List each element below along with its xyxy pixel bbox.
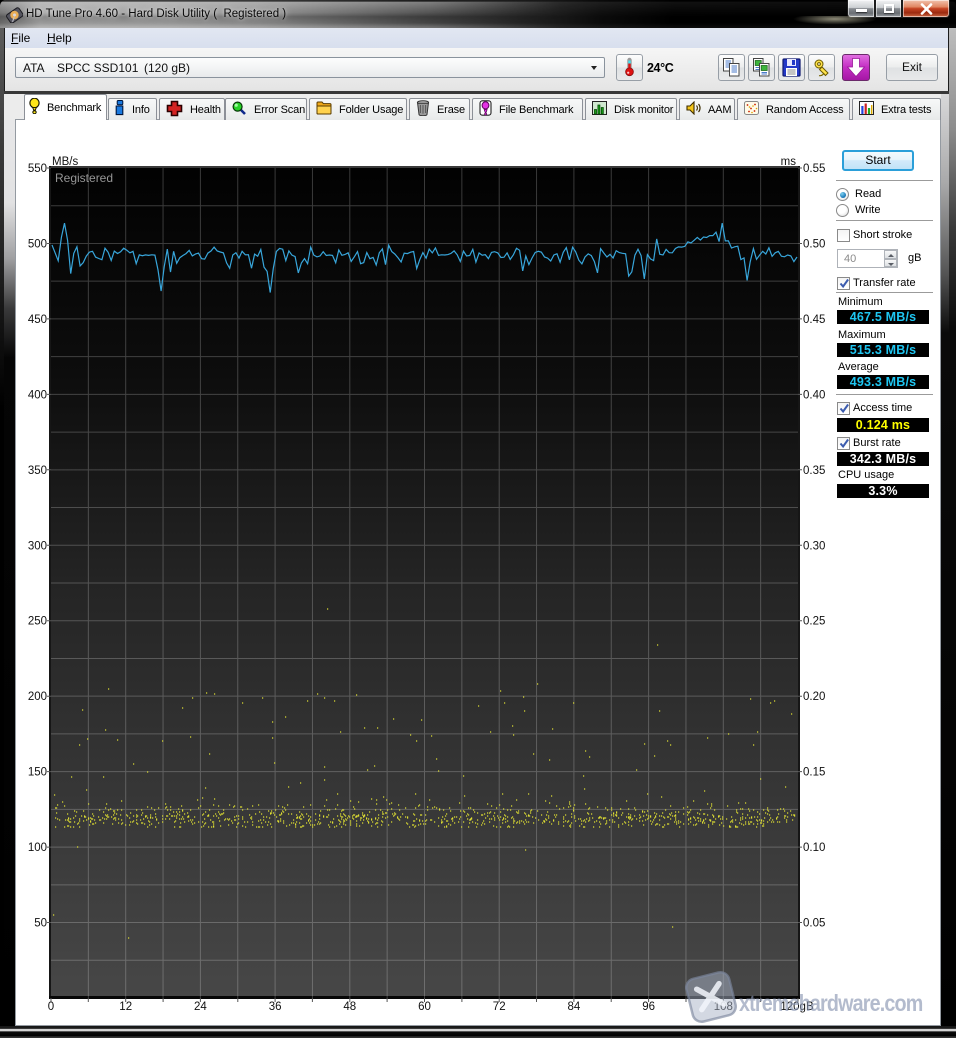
svg-text:200: 200 bbox=[28, 691, 47, 703]
svg-text:150: 150 bbox=[28, 767, 47, 779]
svg-text:60: 60 bbox=[418, 1001, 431, 1013]
svg-text:0.55: 0.55 bbox=[803, 163, 825, 175]
svg-text:450: 450 bbox=[28, 314, 47, 326]
svg-text:0: 0 bbox=[48, 1001, 54, 1013]
svg-text:0.05: 0.05 bbox=[803, 918, 825, 930]
svg-text:0.35: 0.35 bbox=[803, 465, 825, 477]
svg-text:350: 350 bbox=[28, 465, 47, 477]
svg-text:100: 100 bbox=[28, 842, 47, 854]
svg-text:0.10: 0.10 bbox=[803, 842, 825, 854]
svg-text:0.50: 0.50 bbox=[803, 239, 825, 251]
svg-text:400: 400 bbox=[28, 389, 47, 401]
svg-text:0.40: 0.40 bbox=[803, 389, 825, 401]
svg-text:50: 50 bbox=[34, 918, 47, 930]
svg-text:500: 500 bbox=[28, 239, 47, 251]
svg-text:12: 12 bbox=[119, 1001, 132, 1013]
svg-text:0.25: 0.25 bbox=[803, 616, 825, 628]
svg-text:250: 250 bbox=[28, 616, 47, 628]
svg-text:0.30: 0.30 bbox=[803, 540, 825, 552]
svg-text:300: 300 bbox=[28, 540, 47, 552]
svg-text:ms: ms bbox=[781, 156, 797, 168]
svg-text:24: 24 bbox=[194, 1001, 207, 1013]
svg-text:48: 48 bbox=[343, 1001, 356, 1013]
svg-text:84: 84 bbox=[568, 1001, 581, 1013]
svg-text:550: 550 bbox=[28, 163, 47, 175]
svg-text:Registered: Registered bbox=[55, 171, 113, 185]
svg-text:0.20: 0.20 bbox=[803, 691, 825, 703]
svg-text:36: 36 bbox=[269, 1001, 282, 1013]
svg-text:0.15: 0.15 bbox=[803, 767, 825, 779]
svg-text:MB/s: MB/s bbox=[52, 156, 78, 168]
svg-text:72: 72 bbox=[493, 1001, 506, 1013]
svg-text:0.45: 0.45 bbox=[803, 314, 825, 326]
svg-text:96: 96 bbox=[642, 1001, 655, 1013]
